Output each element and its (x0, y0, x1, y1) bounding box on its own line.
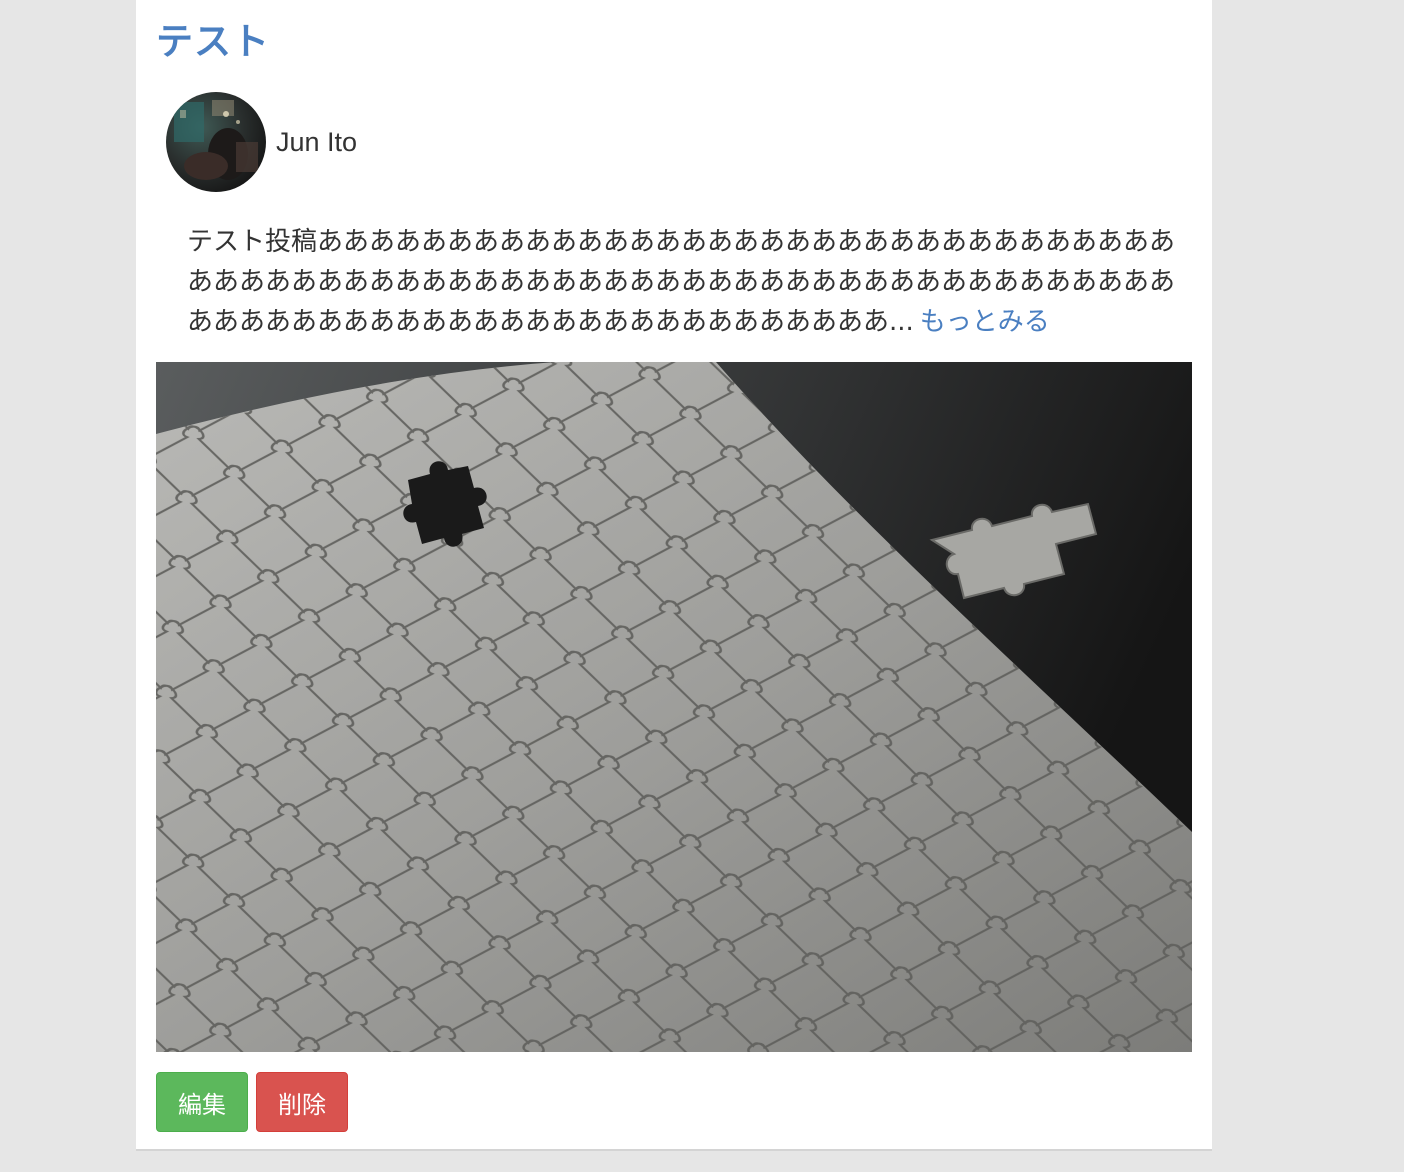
puzzle-photo (156, 362, 1192, 1052)
author-name[interactable]: Jun Ito (276, 127, 357, 158)
delete-button[interactable]: 削除 (256, 1072, 348, 1132)
post-image (156, 362, 1192, 1052)
avatar[interactable] (166, 92, 266, 192)
edit-button[interactable]: 編集 (156, 1072, 248, 1132)
post-title[interactable]: テスト (156, 18, 270, 66)
post-card: テスト Jun Ito テスト投稿あああああああああああああああああああああああ… (136, 0, 1212, 1151)
read-more-link[interactable]: もっとみる (920, 307, 1050, 337)
author-block: Jun Ito (166, 92, 357, 192)
avatar-photo (166, 92, 266, 192)
post-actions: 編集 削除 (156, 1072, 348, 1132)
post-body: テスト投稿あああああああああああああああああああああああああああああああああああ… (187, 222, 1177, 342)
